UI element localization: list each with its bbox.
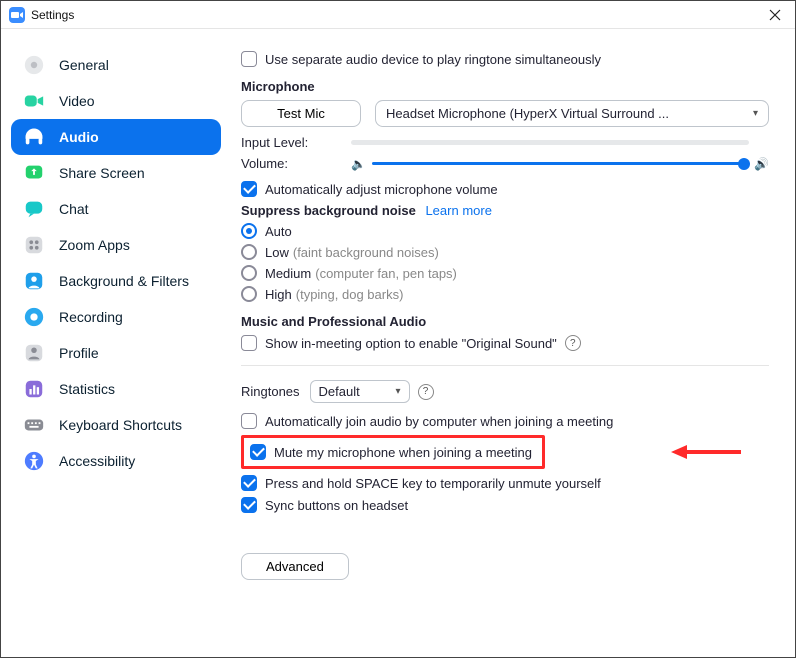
sidebar-item-label: Audio [59, 129, 99, 145]
ringtones-label: Ringtones [241, 384, 300, 399]
sidebar-item-zoom-apps[interactable]: Zoom Apps [11, 227, 221, 263]
apps-icon [23, 234, 45, 256]
ringtones-select[interactable]: Default ▾ [310, 380, 410, 403]
checkbox-label: Automatically join audio by computer whe… [265, 414, 613, 429]
annotation-arrow [671, 442, 741, 462]
background-icon [23, 270, 45, 292]
sidebar-item-label: Chat [59, 201, 89, 217]
sidebar-item-chat[interactable]: Chat [11, 191, 221, 227]
audio-settings-panel: Use separate audio device to play ringto… [231, 29, 795, 657]
checkbox-label: Press and hold SPACE key to temporarily … [265, 476, 601, 491]
noise-option-medium[interactable]: Medium (computer fan, pen taps) [241, 265, 769, 281]
music-audio-heading: Music and Professional Audio [241, 314, 769, 329]
sidebar-item-label: Accessibility [59, 453, 135, 469]
sidebar-item-background-filters[interactable]: Background & Filters [11, 263, 221, 299]
radio-label: High [265, 287, 292, 302]
help-icon[interactable]: ? [418, 384, 434, 400]
noise-option-auto[interactable]: Auto [241, 223, 769, 239]
sidebar-item-label: Video [59, 93, 95, 109]
radio-hint: (faint background noises) [293, 245, 439, 260]
checkbox-label: Use separate audio device to play ringto… [265, 52, 601, 67]
video-icon [23, 90, 45, 112]
titlebar: Settings [1, 1, 795, 29]
sidebar-item-label: General [59, 57, 109, 73]
mute-on-join-checkbox[interactable]: Mute my microphone when joining a meetin… [250, 444, 532, 460]
sidebar-item-label: Recording [59, 309, 123, 325]
sidebar-item-label: Keyboard Shortcuts [59, 417, 182, 433]
sidebar-item-statistics[interactable]: Statistics [11, 371, 221, 407]
help-icon[interactable]: ? [565, 335, 581, 351]
advanced-button[interactable]: Advanced [241, 553, 349, 580]
sidebar-item-label: Profile [59, 345, 99, 361]
radio-label: Low [265, 245, 289, 260]
checkbox-label: Automatically adjust microphone volume [265, 182, 498, 197]
radio-label: Auto [265, 224, 292, 239]
radio-hint: (typing, dog barks) [296, 287, 404, 302]
radio-label: Medium [265, 266, 311, 281]
separate-ringtone-checkbox[interactable]: Use separate audio device to play ringto… [241, 51, 601, 67]
noise-option-low[interactable]: Low (faint background noises) [241, 244, 769, 260]
auto-adjust-volume-checkbox[interactable]: Automatically adjust microphone volume [241, 181, 498, 197]
sidebar-item-video[interactable]: Video [11, 83, 221, 119]
sidebar-item-audio[interactable]: Audio [11, 119, 221, 155]
microphone-heading: Microphone [241, 79, 769, 94]
sidebar-item-label: Share Screen [59, 165, 145, 181]
chevron-down-icon: ▾ [753, 108, 758, 119]
annotation-highlight: Mute my microphone when joining a meetin… [241, 435, 545, 469]
auto-join-audio-checkbox[interactable]: Automatically join audio by computer whe… [241, 413, 613, 429]
sidebar-item-share-screen[interactable]: Share Screen [11, 155, 221, 191]
settings-sidebar: General Video Audio Share Screen Chat Zo… [1, 29, 231, 657]
speaker-high-icon: 🔊 [749, 157, 769, 171]
noise-option-high[interactable]: High (typing, dog barks) [241, 286, 769, 302]
gear-icon [23, 54, 45, 76]
selected-device: Headset Microphone (HyperX Virtual Surro… [386, 106, 669, 121]
recording-icon [23, 306, 45, 328]
share-screen-icon [23, 162, 45, 184]
input-level-label: Input Level: [241, 135, 351, 150]
profile-icon [23, 342, 45, 364]
speaker-low-icon: 🔈 [351, 157, 366, 171]
sidebar-item-accessibility[interactable]: Accessibility [11, 443, 221, 479]
sidebar-item-general[interactable]: General [11, 47, 221, 83]
radio-hint: (computer fan, pen taps) [315, 266, 457, 281]
slider-thumb[interactable] [738, 158, 750, 170]
statistics-icon [23, 378, 45, 400]
test-mic-button[interactable]: Test Mic [241, 100, 361, 127]
mic-volume-slider[interactable] [372, 162, 749, 165]
sidebar-item-label: Statistics [59, 381, 115, 397]
sidebar-item-profile[interactable]: Profile [11, 335, 221, 371]
sync-headset-checkbox[interactable]: Sync buttons on headset [241, 497, 408, 513]
sidebar-item-recording[interactable]: Recording [11, 299, 221, 335]
chevron-down-icon: ▾ [396, 386, 401, 397]
suppress-noise-heading: Suppress background noise [241, 203, 416, 218]
volume-label: Volume: [241, 156, 351, 171]
chat-icon [23, 198, 45, 220]
sidebar-item-label: Zoom Apps [59, 237, 130, 253]
accessibility-icon [23, 450, 45, 472]
headphones-icon [23, 126, 45, 148]
selected-ringtone: Default [319, 384, 360, 399]
sidebar-item-label: Background & Filters [59, 273, 189, 289]
input-level-meter [351, 140, 749, 145]
checkbox-label: Sync buttons on headset [265, 498, 408, 513]
close-button[interactable] [763, 3, 787, 27]
original-sound-checkbox[interactable]: Show in-meeting option to enable "Origin… [241, 335, 557, 351]
divider [241, 365, 769, 366]
window-title: Settings [31, 8, 74, 22]
keyboard-icon [23, 414, 45, 436]
space-unmute-checkbox[interactable]: Press and hold SPACE key to temporarily … [241, 475, 601, 491]
zoom-app-icon [9, 7, 25, 23]
sidebar-item-keyboard-shortcuts[interactable]: Keyboard Shortcuts [11, 407, 221, 443]
checkbox-label: Mute my microphone when joining a meetin… [274, 445, 532, 460]
learn-more-link[interactable]: Learn more [425, 203, 491, 218]
checkbox-label: Show in-meeting option to enable "Origin… [265, 336, 557, 351]
microphone-device-select[interactable]: Headset Microphone (HyperX Virtual Surro… [375, 100, 769, 127]
